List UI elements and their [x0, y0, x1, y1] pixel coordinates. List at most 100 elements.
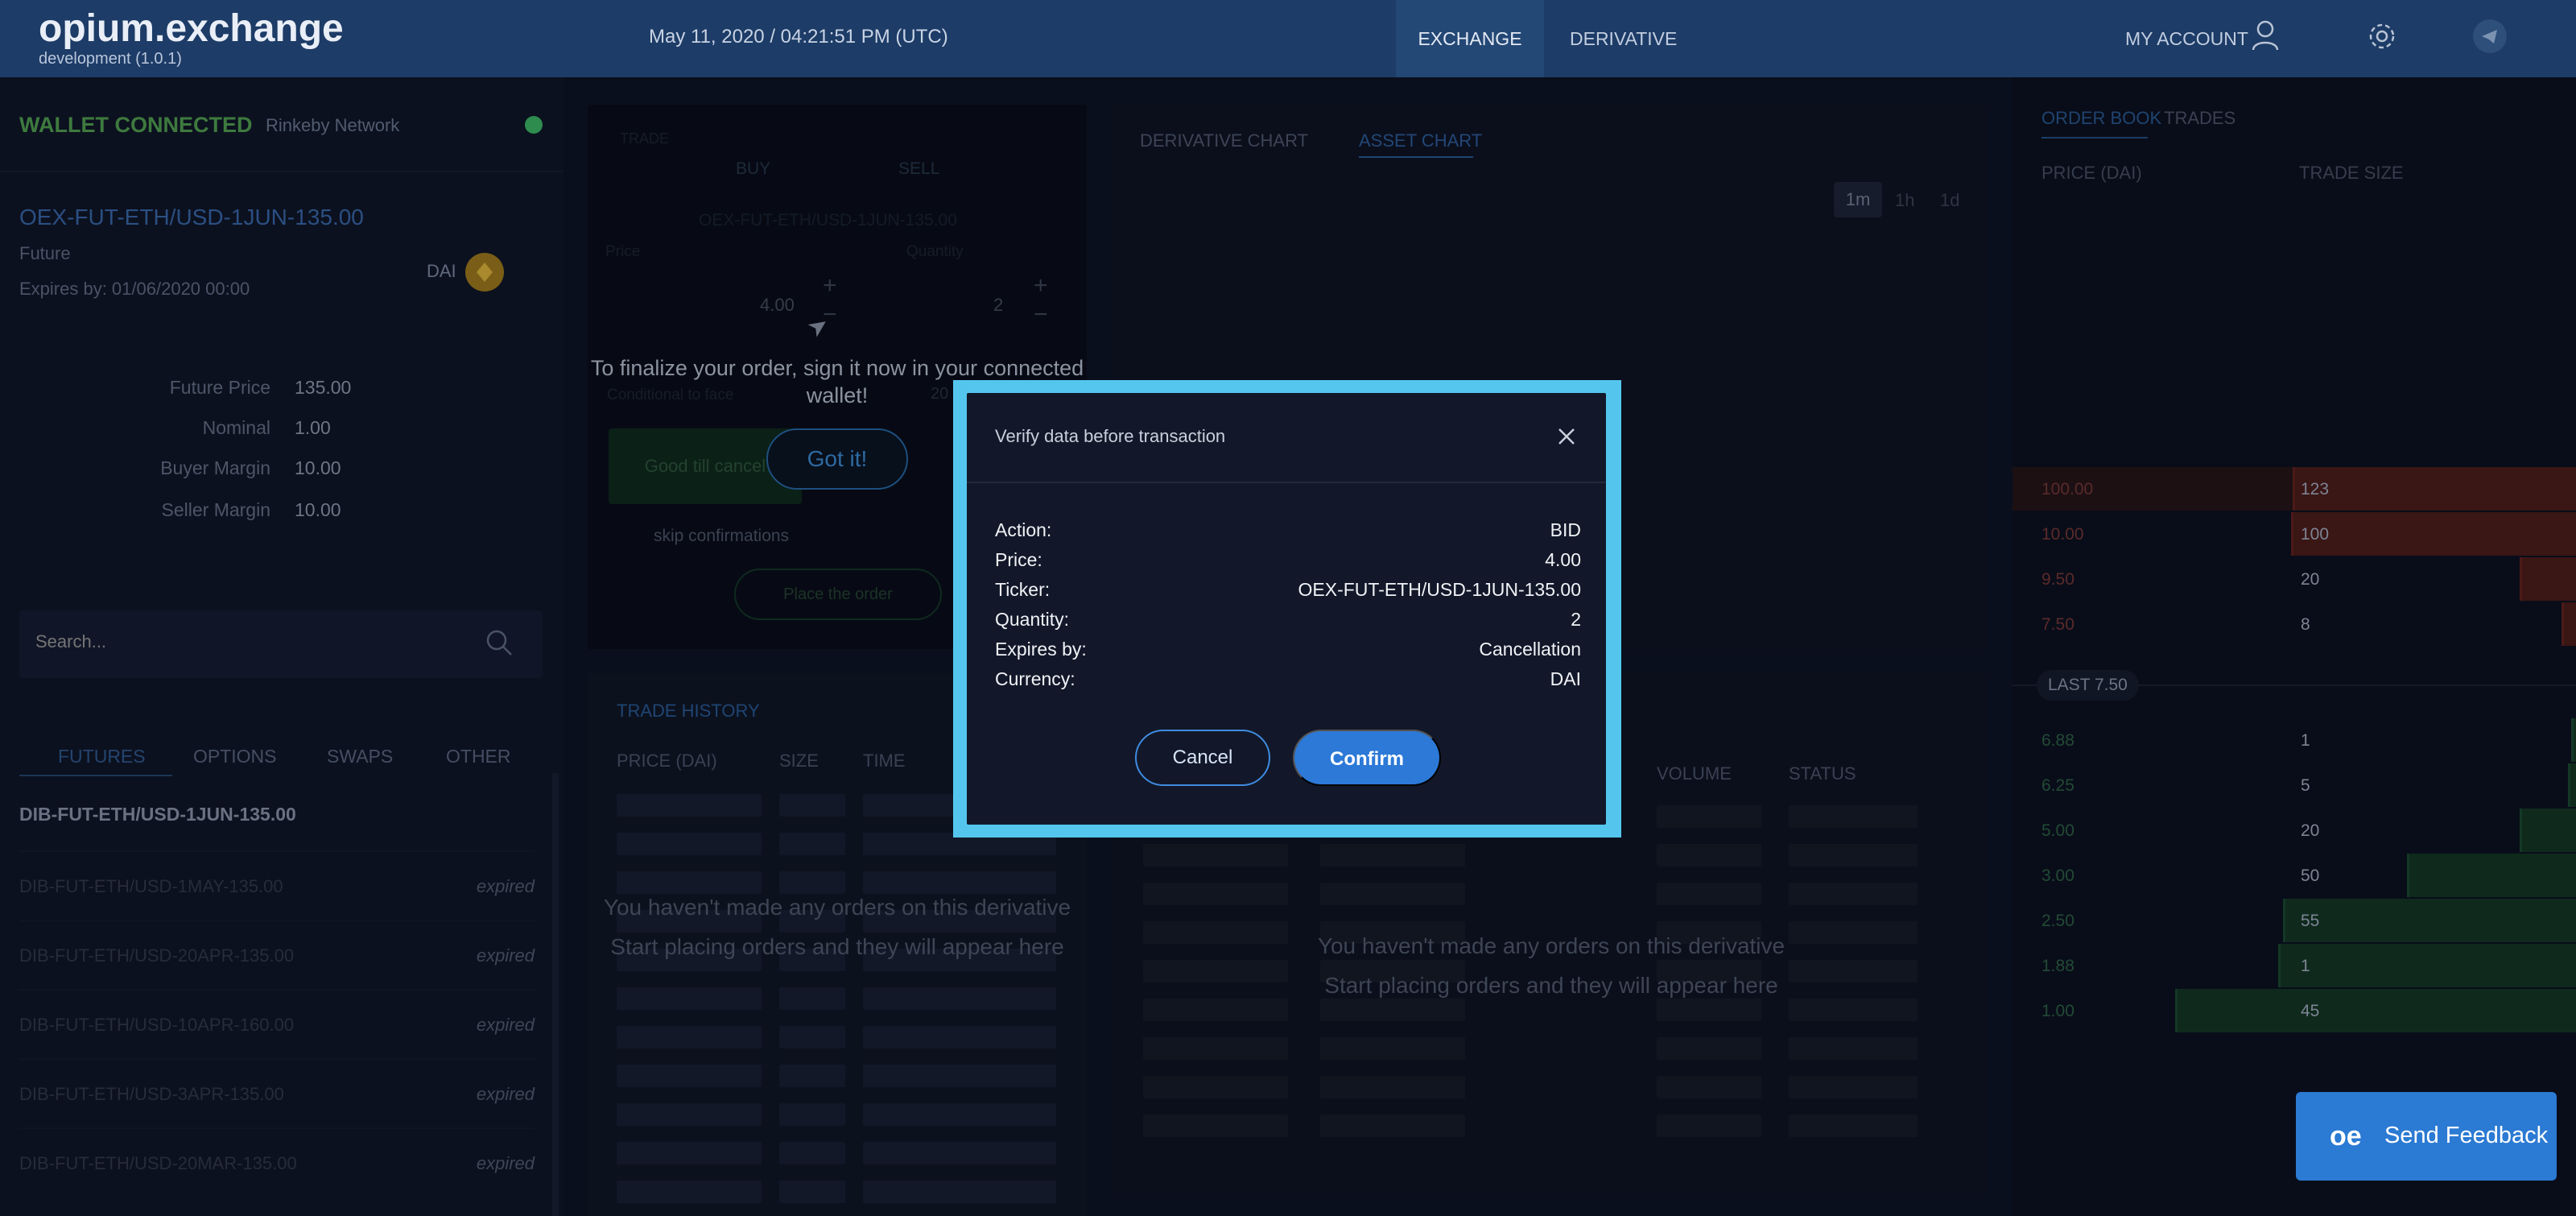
quantity-increment-button[interactable]: +: [1034, 272, 1048, 300]
depth-bar: [2175, 989, 2576, 1032]
active-tab-indicator: [2041, 137, 2148, 139]
ask-price: 7.50: [2041, 615, 2074, 634]
sell-tab[interactable]: SELL: [898, 159, 939, 179]
timeframe-1d[interactable]: 1d: [1940, 190, 1959, 211]
timeframe-1m[interactable]: 1m: [1834, 182, 1882, 217]
list-item-status: expired: [476, 1153, 535, 1173]
depth-bar: [2407, 854, 2576, 897]
list-item-name: DIB-FUT-ETH/USD-1MAY-135.00: [19, 876, 283, 896]
placeholder-bar: [779, 794, 845, 817]
spec-label: Future Price: [169, 377, 270, 398]
bid-size: 50: [2301, 867, 2320, 885]
modal-row-currency: Currency: DAI: [995, 668, 1581, 698]
list-item-active[interactable]: DIB-FUT-ETH/USD-1JUN-135.00: [19, 804, 296, 825]
price-increment-button[interactable]: +: [823, 272, 837, 300]
app-logo[interactable]: opium.exchange: [39, 6, 344, 51]
list-item[interactable]: DIB-FUT-ETH/USD-1MAY-135.00 expired: [19, 850, 535, 920]
spec-value: 10.00: [295, 457, 341, 478]
tab-swaps[interactable]: SWAPS: [327, 746, 393, 767]
list-item[interactable]: DIB-FUT-ETH/USD-10APR-160.00 expired: [19, 989, 535, 1058]
nav-tab-exchange[interactable]: EXCHANGE: [1396, 0, 1544, 77]
tab-asset-chart[interactable]: ASSET CHART: [1359, 130, 1482, 151]
modal-divider: [967, 482, 1606, 483]
ask-size: 100: [2301, 525, 2330, 544]
tab-options[interactable]: OPTIONS: [193, 746, 277, 767]
bid-row[interactable]: 6.25 5: [2013, 763, 2576, 807]
placeholder-bar: [617, 794, 762, 817]
my-account-link[interactable]: MY ACCOUNT: [2125, 0, 2248, 77]
network-name: Rinkeby Network: [266, 115, 400, 135]
placeholder-bar: [863, 987, 1056, 1010]
tab-other[interactable]: OTHER: [446, 746, 511, 767]
skip-confirmations-checkbox[interactable]: skip confirmations: [654, 527, 789, 546]
spec-value: 10.00: [295, 499, 341, 520]
bid-row[interactable]: 1.00 45: [2013, 989, 2576, 1032]
ask-size: 20: [2301, 570, 2320, 589]
bid-row[interactable]: 1.88 1: [2013, 944, 2576, 987]
modal-row-label: Price:: [995, 549, 1042, 570]
tab-futures[interactable]: FUTURES: [58, 746, 146, 767]
empty-line-1: You haven't made any orders on this deri…: [1317, 933, 1785, 958]
depth-bar: [2520, 557, 2576, 601]
price-input[interactable]: 4.00: [760, 295, 795, 316]
confirm-button[interactable]: Confirm: [1293, 730, 1441, 786]
bid-row[interactable]: 3.00 50: [2013, 854, 2576, 897]
search-input[interactable]: [35, 631, 454, 652]
bid-row[interactable]: 5.00 20: [2013, 809, 2576, 852]
bid-row[interactable]: 6.88 1: [2013, 718, 2576, 762]
spec-label: Buyer Margin: [160, 457, 270, 478]
modal-row-label: Ticker:: [995, 579, 1051, 600]
list-scrollbar[interactable]: [552, 773, 559, 1216]
placeholder-bar: [779, 833, 845, 855]
ask-row[interactable]: 9.50 20: [2013, 557, 2576, 601]
placeholder-bar: [779, 1103, 845, 1126]
list-item[interactable]: DIB-FUT-ETH/USD-20MAR-135.00 expired: [19, 1127, 535, 1197]
bid-row[interactable]: 2.50 55: [2013, 899, 2576, 942]
send-feedback-label: Send Feedback: [2384, 1123, 2549, 1148]
list-item[interactable]: DIB-FUT-ETH/USD-3APR-135.00 expired: [19, 1058, 535, 1127]
telegram-icon[interactable]: [2473, 19, 2507, 53]
got-it-button[interactable]: Got it!: [766, 428, 908, 490]
tab-order-book[interactable]: ORDER BOOK: [2041, 108, 2161, 129]
buy-tab[interactable]: BUY: [736, 159, 770, 179]
quantity-input[interactable]: 2: [993, 295, 1003, 316]
tab-trades[interactable]: TRADES: [2164, 108, 2235, 129]
ask-row[interactable]: 7.50 8: [2013, 602, 2576, 646]
bid-price: 6.88: [2041, 731, 2074, 750]
close-icon[interactable]: [1552, 422, 1581, 451]
timeframe-1h[interactable]: 1h: [1895, 190, 1914, 211]
spec-label: Seller Margin: [161, 499, 271, 520]
column-header: SIZE: [779, 751, 819, 771]
ask-row[interactable]: 100.00 123: [2013, 467, 2576, 511]
active-tab-indicator: [1359, 156, 1473, 158]
modal-row-value: BID: [1550, 519, 1581, 540]
quantity-decrement-button[interactable]: −: [1034, 301, 1048, 329]
cancel-button[interactable]: Cancel: [1135, 730, 1270, 786]
empty-line-1: You haven't made any orders on this deri…: [603, 895, 1071, 920]
nav-tab-derivative-explorer[interactable]: DERIVATIVE EXPLORER: [1570, 0, 1771, 126]
bid-price: 3.00: [2041, 867, 2074, 885]
price-label: Price: [605, 243, 641, 260]
user-icon[interactable]: [2251, 19, 2280, 52]
list-item-name: DIB-FUT-ETH/USD-10APR-160.00: [19, 1015, 295, 1035]
placeholder-bar: [1320, 1076, 1465, 1098]
empty-line-2: Start placing orders and they will appea…: [610, 934, 1064, 959]
gear-icon[interactable]: [2367, 21, 2397, 52]
ask-row[interactable]: 10.00 100: [2013, 512, 2576, 556]
ask-price: 10.00: [2041, 525, 2084, 544]
bid-price: 5.00: [2041, 821, 2074, 840]
ask-size: 8: [2301, 615, 2310, 634]
placeholder-bar: [1320, 844, 1465, 867]
placeholder-bar: [1657, 1076, 1761, 1098]
search-icon[interactable]: [483, 627, 515, 659]
tab-derivative-chart[interactable]: DERIVATIVE CHART: [1140, 130, 1308, 151]
column-header: STATUS: [1789, 763, 1856, 784]
placeholder-bar: [1789, 883, 1918, 905]
list-item[interactable]: DIB-FUT-ETH/USD-20APR-135.00 expired: [19, 920, 535, 989]
currency-label: DAI: [427, 261, 456, 281]
bid-price: 1.00: [2041, 1002, 2074, 1020]
list-item-status: expired: [476, 945, 535, 966]
wallet-status: WALLET CONNECTED: [19, 113, 253, 137]
placeholder-bar: [1320, 1115, 1465, 1137]
place-order-button[interactable]: Place the order: [734, 569, 942, 620]
